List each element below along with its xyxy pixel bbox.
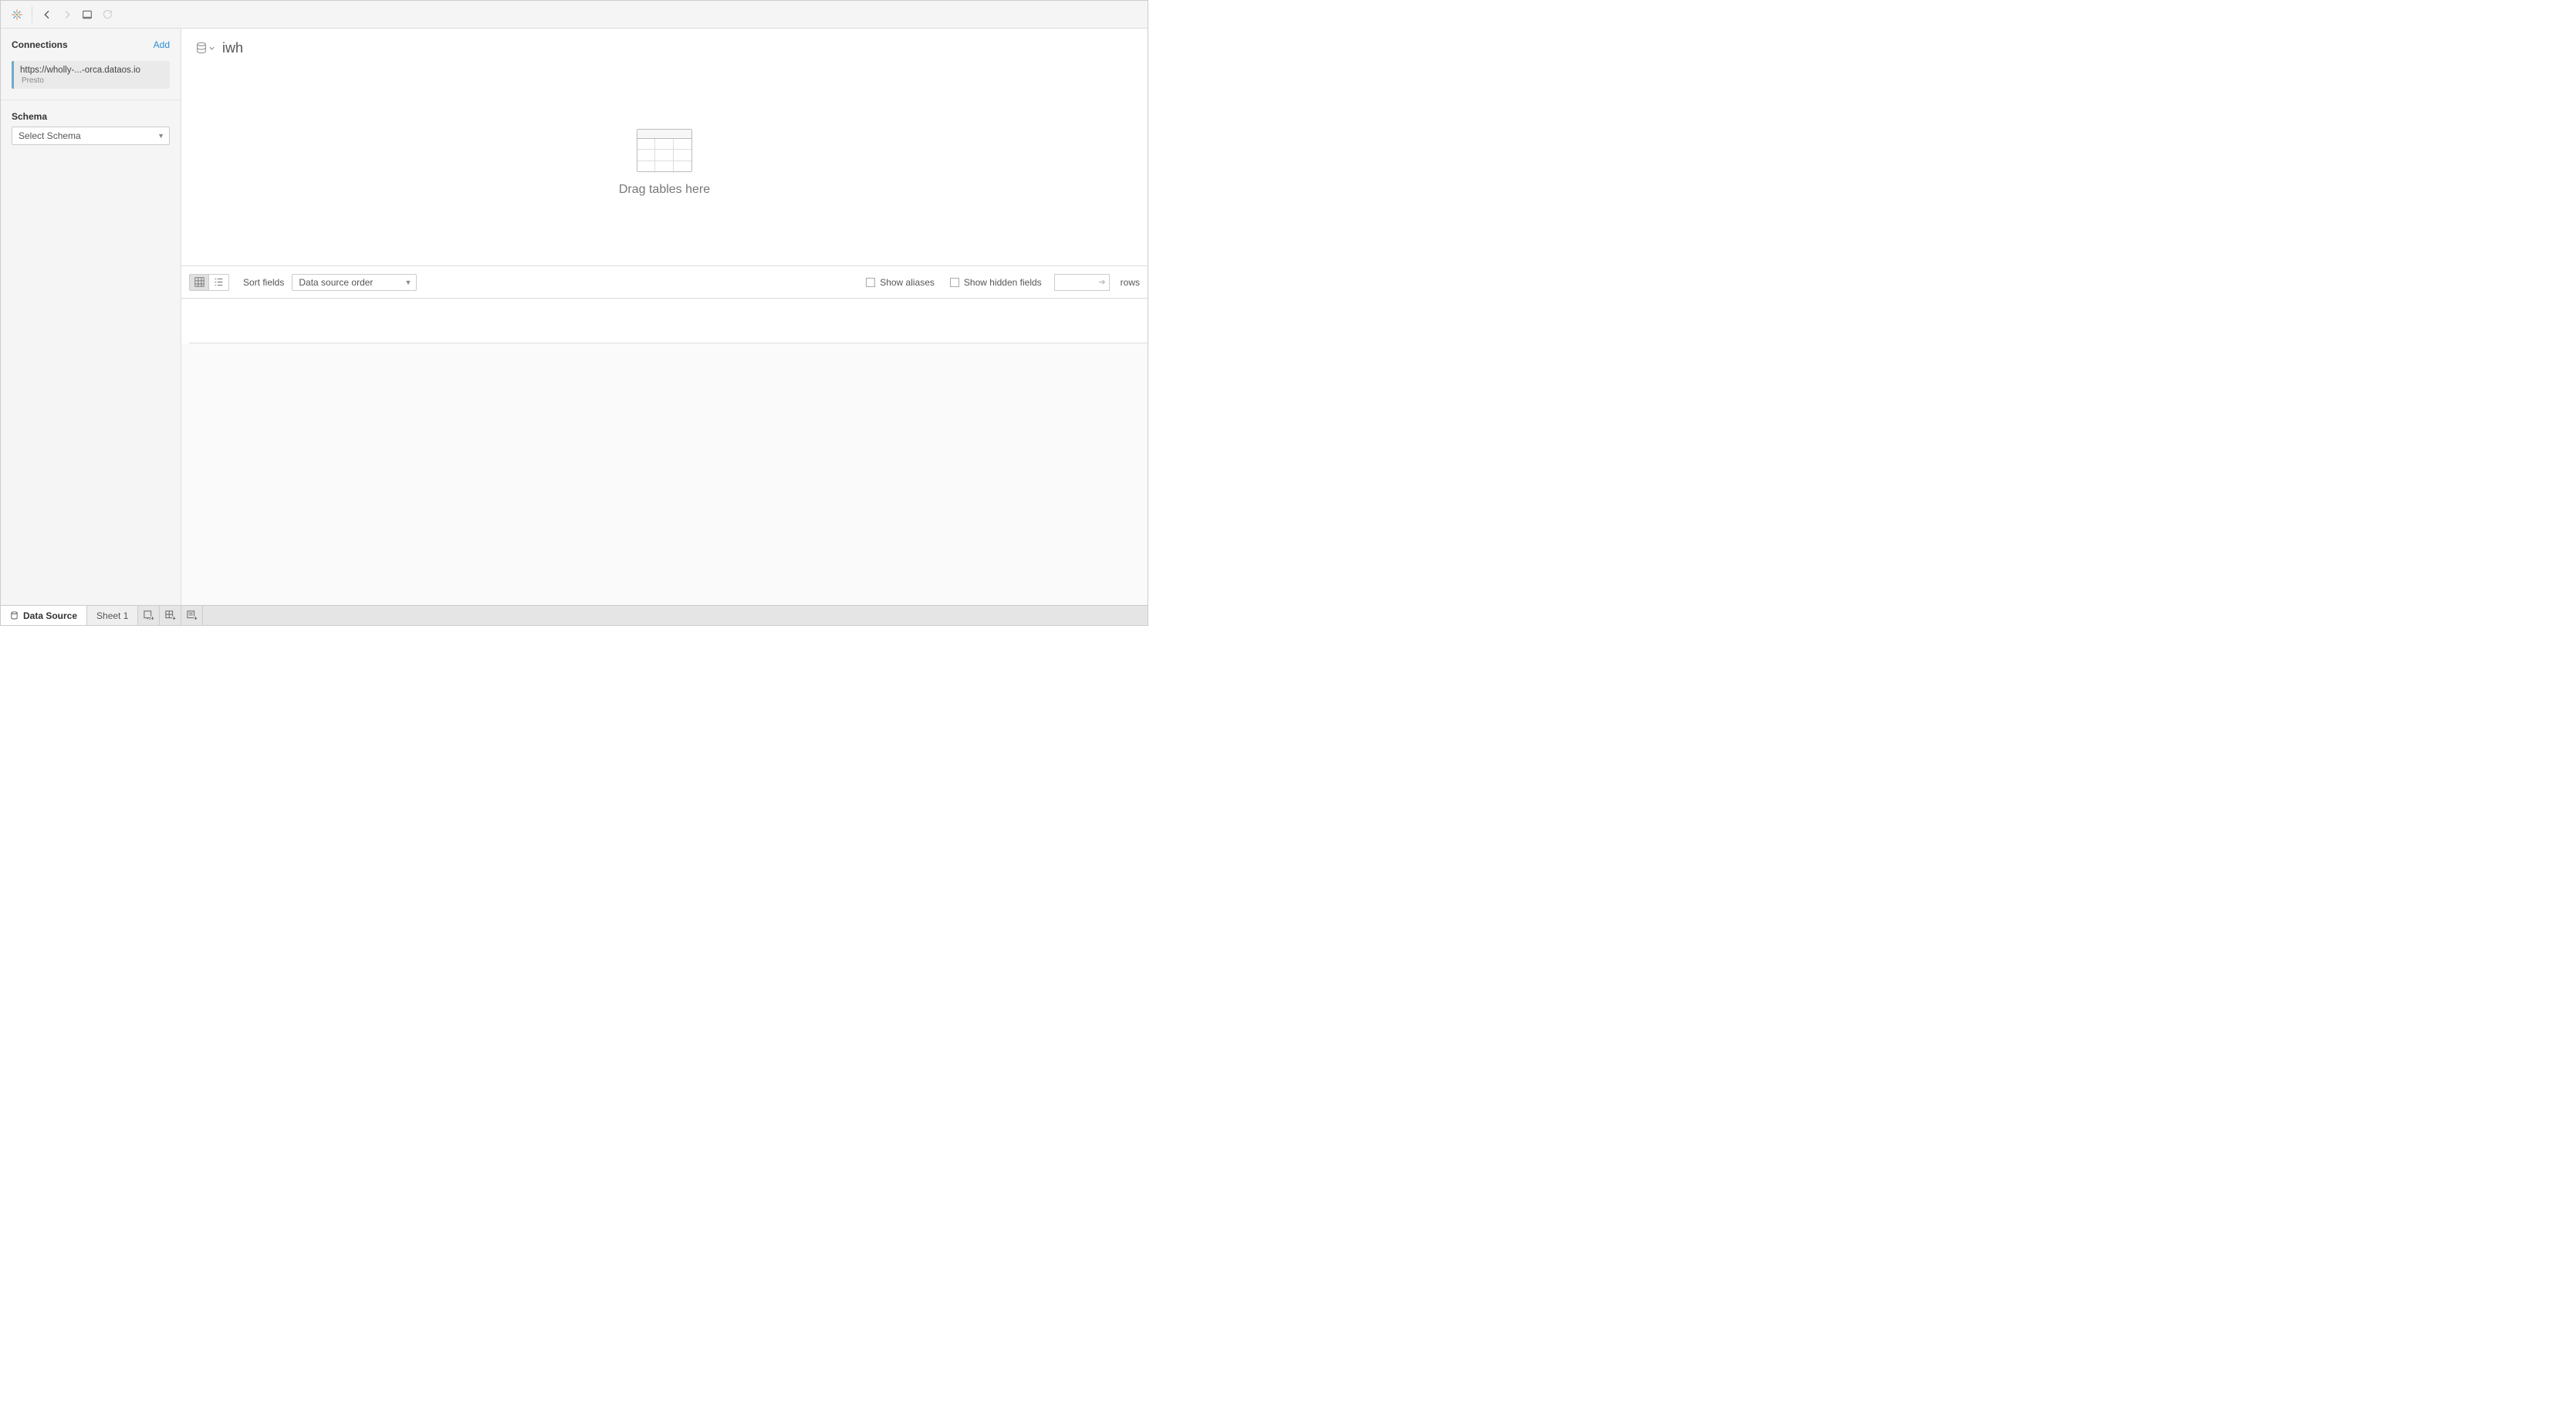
show-aliases-label: Show aliases (880, 277, 935, 288)
canvas-drop-zone[interactable]: Drag tables here (181, 59, 1148, 266)
schema-select[interactable]: Select Schema ▼ (12, 127, 170, 145)
grid-body (181, 343, 1148, 605)
database-icon[interactable] (195, 41, 215, 55)
refresh-button (97, 5, 117, 25)
checkbox-icon (950, 278, 959, 287)
schema-select-value: Select Schema (19, 130, 81, 141)
checkbox-icon (866, 278, 875, 287)
sort-fields-select[interactable]: Data source order ▼ (292, 274, 417, 291)
new-story-button[interactable] (181, 606, 203, 625)
connection-url: https://wholly-...-orca.dataos.io (20, 66, 164, 75)
show-aliases-checkbox[interactable]: Show aliases (866, 277, 935, 288)
left-sidebar: Connections Add https://wholly-...-orca.… (1, 29, 181, 605)
add-connection-link[interactable]: Add (154, 39, 170, 50)
rows-label: rows (1121, 277, 1140, 288)
top-toolbar (1, 1, 1148, 29)
tableau-logo-icon[interactable] (7, 5, 27, 25)
show-hidden-fields-label: Show hidden fields (964, 277, 1042, 288)
connections-title: Connections (12, 39, 68, 50)
datasource-name[interactable]: iwh (222, 40, 243, 56)
grid-controls-bar: Sort fields Data source order ▼ Show ali… (181, 266, 1148, 299)
new-worksheet-button[interactable] (138, 606, 160, 625)
schema-title: Schema (12, 111, 170, 122)
datasource-header: iwh (181, 29, 1148, 59)
rows-count-input[interactable]: ➔ (1054, 274, 1110, 291)
show-hidden-fields-checkbox[interactable]: Show hidden fields (950, 277, 1042, 288)
grid-view-button[interactable] (189, 274, 209, 291)
drag-hint-text: Drag tables here (619, 183, 710, 197)
content-area: iwh Drag tables here (181, 29, 1148, 605)
new-dashboard-button[interactable] (160, 606, 181, 625)
sort-fields-label: Sort fields (243, 277, 284, 288)
tab-data-source-label: Data Source (23, 610, 77, 621)
arrow-right-icon: ➔ (1098, 277, 1105, 287)
forward-button (57, 5, 77, 25)
connection-type: Presto (20, 76, 164, 85)
connection-item[interactable]: https://wholly-...-orca.dataos.io Presto (12, 61, 170, 89)
tab-data-source[interactable]: Data Source (1, 606, 87, 625)
tab-sheet-1-label: Sheet 1 (96, 610, 128, 621)
chevron-down-icon: ▼ (404, 279, 411, 286)
list-view-button[interactable] (209, 274, 229, 291)
tab-sheet-1[interactable]: Sheet 1 (87, 606, 138, 625)
main-area: Connections Add https://wholly-...-orca.… (1, 29, 1148, 605)
sort-fields-value: Data source order (299, 277, 373, 288)
grid-column-header (189, 299, 1148, 343)
chevron-down-icon: ▼ (157, 132, 164, 140)
bottom-tab-bar: Data Source Sheet 1 (1, 605, 1148, 625)
back-button[interactable] (37, 5, 57, 25)
table-placeholder-icon (637, 129, 692, 172)
save-button[interactable] (77, 5, 97, 25)
view-toggle (189, 274, 229, 291)
